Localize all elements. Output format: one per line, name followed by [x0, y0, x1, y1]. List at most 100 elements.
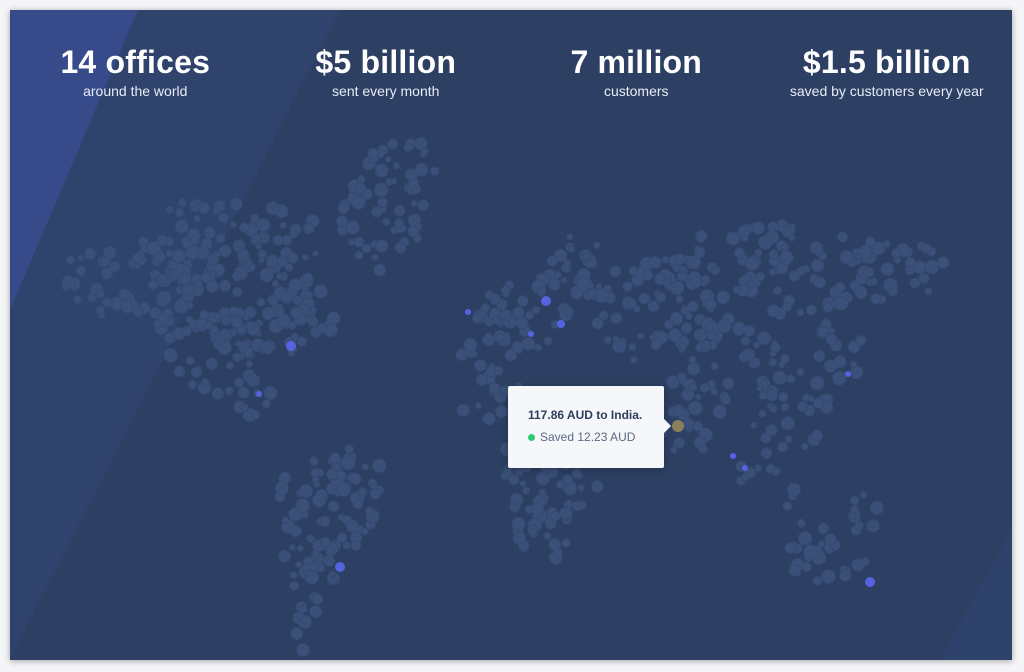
- map-dot: [817, 523, 830, 535]
- map-dot: [231, 271, 243, 282]
- map-dot: [257, 256, 265, 264]
- location-dot-icon[interactable]: [557, 320, 565, 328]
- map-dot: [344, 444, 354, 454]
- map-dot: [515, 316, 529, 330]
- map-dot: [156, 290, 172, 306]
- map-dot: [493, 365, 504, 376]
- map-dot: [219, 279, 232, 292]
- map-dot: [242, 346, 254, 357]
- map-dot: [571, 468, 583, 479]
- map-dot: [809, 375, 825, 391]
- map-dot: [543, 532, 552, 540]
- map-dot: [296, 544, 304, 552]
- map-dot: [673, 437, 685, 449]
- green-dot-icon: [528, 433, 535, 441]
- map-dot: [237, 386, 250, 399]
- map-dot: [672, 264, 681, 273]
- active-location-dot-icon[interactable]: [672, 420, 684, 432]
- map-dot: [758, 391, 768, 401]
- map-dot: [772, 370, 787, 385]
- map-dot: [752, 341, 761, 349]
- map-dot: [393, 204, 406, 217]
- stat-customers: 7 million customers: [516, 42, 756, 100]
- map-dot: [782, 501, 793, 511]
- map-dot: [533, 343, 543, 352]
- map-dot: [108, 261, 121, 273]
- map-dot: [471, 312, 483, 324]
- map-dot: [936, 256, 950, 269]
- map-dot: [214, 312, 222, 320]
- location-dot-icon[interactable]: [865, 577, 875, 587]
- map-dot: [215, 233, 226, 244]
- map-dot: [414, 162, 429, 177]
- map-dot: [512, 306, 525, 319]
- map-dot: [688, 400, 703, 416]
- map-dot: [760, 447, 773, 459]
- map-dot: [694, 393, 702, 401]
- location-dot-icon[interactable]: [541, 296, 551, 306]
- map-dot: [306, 534, 315, 543]
- map-dot: [700, 339, 712, 351]
- map-dot: [527, 524, 538, 536]
- map-dot: [290, 626, 304, 640]
- map-dot: [788, 233, 796, 242]
- map-dot: [564, 306, 574, 317]
- map-dot: [261, 398, 271, 409]
- stat-label: saved by customers every year: [789, 83, 984, 99]
- map-dot: [101, 296, 113, 308]
- map-dot: [768, 226, 776, 234]
- map-dot: [664, 319, 674, 330]
- map-dot: [360, 527, 369, 536]
- map-dot: [304, 570, 319, 585]
- map-dot: [65, 255, 76, 265]
- map-dot: [120, 300, 134, 314]
- map-dot: [733, 247, 746, 259]
- map-dot: [374, 182, 389, 198]
- map-dot: [725, 231, 741, 246]
- map-dot: [768, 249, 779, 260]
- location-dot-icon[interactable]: [730, 453, 736, 459]
- map-dot: [337, 482, 352, 497]
- location-dot-icon[interactable]: [335, 562, 345, 572]
- map-dot: [295, 611, 305, 620]
- map-dot: [329, 576, 338, 585]
- location-dot-icon[interactable]: [528, 331, 534, 337]
- map-dot: [163, 332, 176, 344]
- location-dot-icon[interactable]: [256, 391, 262, 397]
- map-dot: [246, 373, 261, 388]
- map-dot: [678, 342, 688, 352]
- map-dot: [289, 571, 298, 580]
- map-dot: [367, 147, 379, 160]
- map-dot: [484, 332, 493, 341]
- map-dot: [287, 252, 299, 264]
- map-dot: [788, 270, 801, 282]
- map-dot: [821, 569, 836, 584]
- map-dot: [593, 241, 601, 249]
- map-dot: [883, 239, 891, 248]
- map-dot: [884, 281, 894, 290]
- map-dot: [233, 377, 245, 388]
- location-dot-icon[interactable]: [742, 465, 748, 471]
- map-dot: [371, 253, 379, 262]
- location-dot-icon[interactable]: [286, 341, 296, 351]
- map-dot: [811, 429, 824, 442]
- map-dot: [165, 205, 174, 214]
- map-dot: [802, 393, 811, 402]
- map-dot: [712, 404, 728, 419]
- map-dot: [345, 220, 361, 235]
- stat-saved: $1.5 billion saved by customers every ye…: [767, 42, 1007, 100]
- map-dot: [275, 272, 284, 281]
- map-dot: [833, 355, 847, 368]
- map-dot: [562, 474, 574, 486]
- location-dot-icon[interactable]: [465, 309, 471, 315]
- map-dot: [695, 230, 708, 243]
- map-dot: [305, 315, 313, 323]
- location-dot-icon[interactable]: [845, 371, 851, 377]
- map-dot: [463, 337, 478, 352]
- map-dot: [77, 254, 85, 262]
- map-dot: [173, 299, 189, 314]
- map-dot: [758, 409, 767, 418]
- map-dot: [174, 207, 185, 218]
- map-dot: [694, 246, 706, 258]
- map-dot: [351, 195, 366, 210]
